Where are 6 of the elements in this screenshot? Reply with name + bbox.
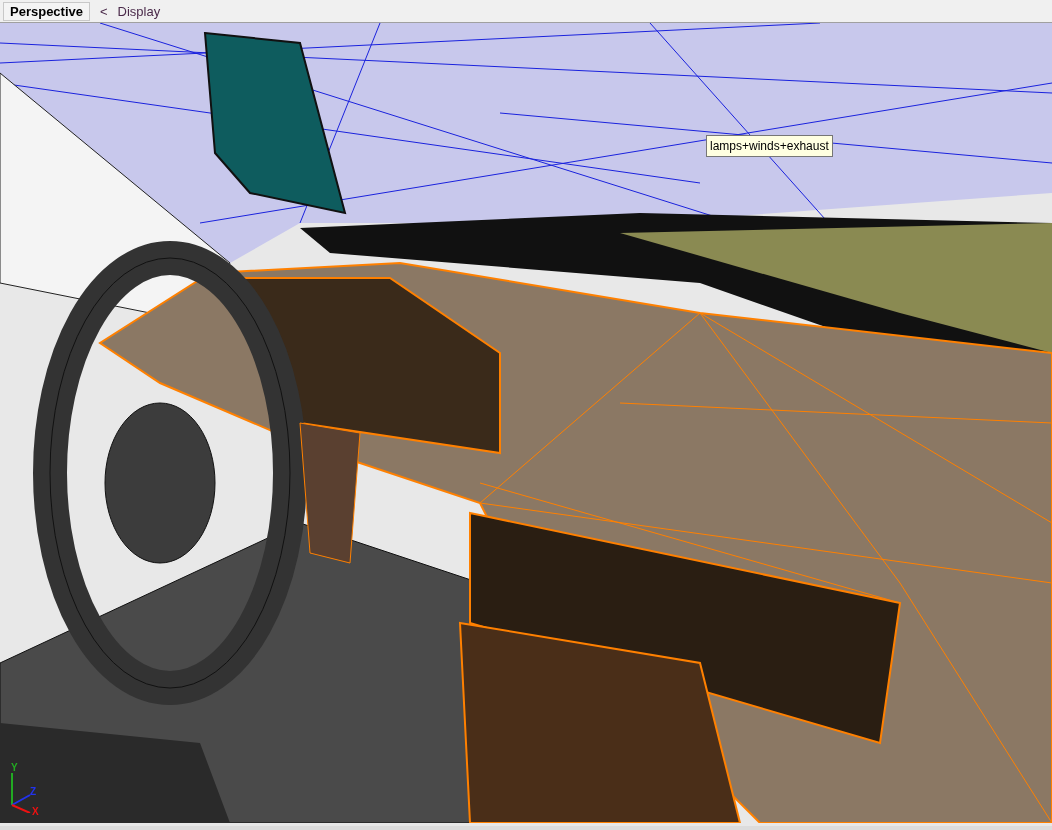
axis-label: Z (30, 787, 37, 797)
axis-label: X (32, 807, 39, 817)
axis-label: Y (11, 763, 18, 773)
tooltip: lamps+winds+exhaust (706, 135, 833, 157)
viewport-label[interactable]: Perspective (3, 1, 90, 21)
display-menu[interactable]: < Display (94, 1, 167, 21)
